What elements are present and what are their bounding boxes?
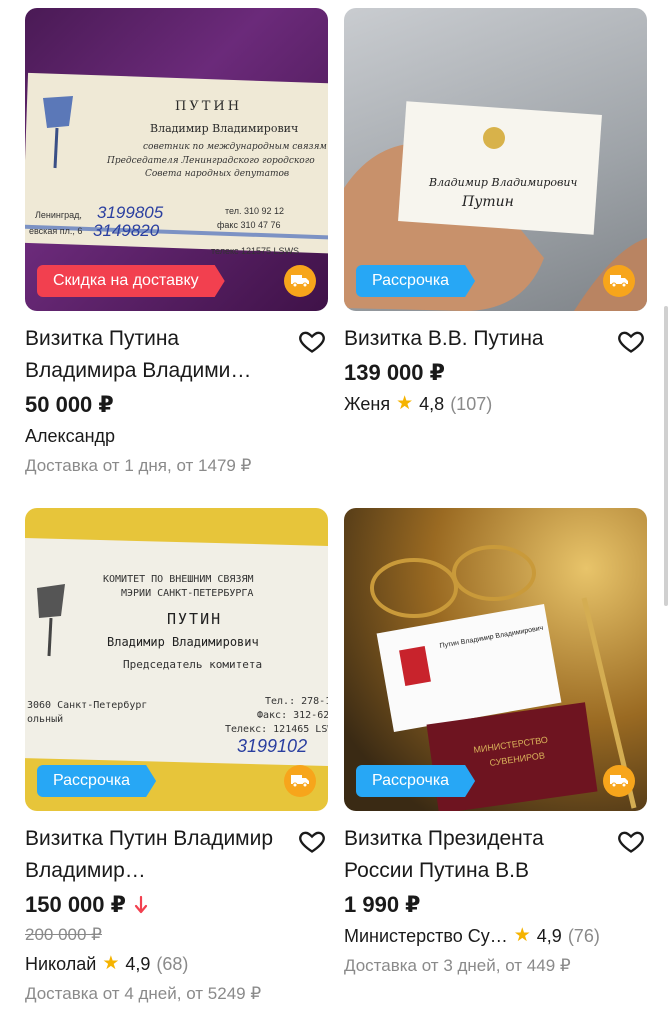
card-telex: Телекс: 121465 LSWS <box>225 724 328 735</box>
seller-name[interactable]: Николай <box>25 949 96 979</box>
card-line: Путин <box>461 194 514 210</box>
card-address: ольный <box>27 713 63 725</box>
product-photo[interactable]: КОМИТЕТ ПО ВНЕШНИМ СВЯЗЯМ МЭРИИ САНКТ-ПЕ… <box>25 508 328 811</box>
handwritten-number: 3199805 <box>97 203 164 222</box>
delivery-info: Доставка от 4 дней, от 5249 ₽ <box>25 984 262 1003</box>
card-line: Совета народных депутатов <box>145 169 289 179</box>
price-drop-arrow-icon <box>134 895 148 914</box>
truck-icon <box>603 765 635 797</box>
installment-badge: Рассрочка <box>356 265 475 297</box>
card-address: евская пл., 6 <box>29 226 82 236</box>
installment-badge: Рассрочка <box>37 765 156 797</box>
product-price: 50 000 ₽ <box>25 392 114 417</box>
delivery-info: Доставка от 1 дня, от 1479 ₽ <box>25 456 252 475</box>
star-icon: ★ <box>102 953 120 974</box>
favorite-heart-icon[interactable] <box>298 327 326 355</box>
price-value: 150 000 ₽ <box>25 892 126 917</box>
product-photo[interactable]: Путин Владимир Владимирович МИНИСТЕРСТВО… <box>344 508 647 811</box>
handwritten-number: 3199102 <box>237 736 307 756</box>
card-city: Ленинград, <box>35 210 82 220</box>
review-count: (68) <box>156 954 189 974</box>
seller-name[interactable]: Министерство Су… <box>344 921 508 951</box>
card-tel: Тел.: 278-1 <box>265 696 328 707</box>
card-fullname: Владимир Владимирович <box>107 635 259 649</box>
star-icon: ★ <box>513 925 531 946</box>
card-telex: телекс 121575 LSWS <box>211 246 299 256</box>
truck-icon <box>284 265 316 297</box>
product-title[interactable]: Визитка Президента России Путина В.В <box>344 823 607 887</box>
favorite-heart-icon[interactable] <box>298 827 326 855</box>
card-org: МЭРИИ САНКТ-ПЕТЕРБУРГА <box>121 588 253 599</box>
card-tel: тел. 310 92 12 <box>225 206 284 216</box>
review-count: (76) <box>567 926 600 946</box>
delivery-discount-badge: Скидка на доставку <box>37 265 225 297</box>
product-card[interactable]: Владимир Владимирович Путин Рассрочка Ви… <box>344 8 647 419</box>
seller-info[interactable]: Николай ★ 4,9 (68) <box>25 949 328 979</box>
card-fax: Факс: 312-62 <box>257 710 328 721</box>
seller-name[interactable]: Женя <box>344 389 390 419</box>
card-name: ПУТИН <box>167 610 222 628</box>
star-icon: ★ <box>396 393 414 414</box>
product-card[interactable]: КОМИТЕТ ПО ВНЕШНИМ СВЯЗЯМ МЭРИИ САНКТ-ПЕ… <box>25 508 328 1009</box>
rating-value: 4,9 <box>536 926 562 946</box>
product-title[interactable]: Визитка Путин Владимир Владимир… <box>25 823 288 887</box>
product-price: 150 000 ₽ <box>25 889 328 921</box>
seller-info[interactable]: Министерство Су… ★ 4,9 (76) <box>344 921 647 951</box>
card-line: советник по международным связям <box>143 142 327 152</box>
product-card[interactable]: ПУТИН Владимир Владимирович советник по … <box>25 8 328 481</box>
product-photo[interactable]: ПУТИН Владимир Владимирович советник по … <box>25 8 328 311</box>
seller-info[interactable]: Женя ★ 4,8 (107) <box>344 389 647 419</box>
truck-icon <box>284 765 316 797</box>
product-price: 139 000 ₽ <box>344 360 445 385</box>
card-city: 3060 Санкт-Петербург <box>27 699 147 711</box>
favorite-heart-icon[interactable] <box>617 827 645 855</box>
review-count: (107) <box>450 394 493 414</box>
card-fullname: Владимир Владимирович <box>150 122 298 135</box>
scrollbar[interactable] <box>664 306 668 606</box>
card-name: ПУТИН <box>175 99 242 114</box>
rating-value: 4,9 <box>125 954 151 974</box>
card-line: Владимир Владимирович <box>428 176 578 189</box>
handwritten-number: 3149820 <box>93 221 160 240</box>
product-title[interactable]: Визитка Путина Владимира Владими… <box>25 323 288 387</box>
product-title[interactable]: Визитка В.В. Путина <box>344 323 607 355</box>
product-photo[interactable]: Владимир Владимирович Путин Рассрочка <box>344 8 647 311</box>
installment-badge: Рассрочка <box>356 765 475 797</box>
favorite-heart-icon[interactable] <box>617 327 645 355</box>
delivery-info: Доставка от 3 дней, от 449 ₽ <box>344 956 571 975</box>
product-price: 1 990 ₽ <box>344 892 421 917</box>
card-line: Председателя Ленинградского городского <box>106 156 315 166</box>
card-fax: факс 310 47 76 <box>217 220 281 230</box>
card-org: КОМИТЕТ ПО ВНЕШНИМ СВЯЗЯМ <box>103 574 254 585</box>
rating-value: 4,8 <box>419 394 445 414</box>
truck-icon <box>603 265 635 297</box>
card-position: Председатель комитета <box>123 658 262 671</box>
seller-name[interactable]: Александр <box>25 421 328 451</box>
product-card[interactable]: Путин Владимир Владимирович МИНИСТЕРСТВО… <box>344 508 647 981</box>
old-price: 200 000 ₽ <box>25 925 102 944</box>
